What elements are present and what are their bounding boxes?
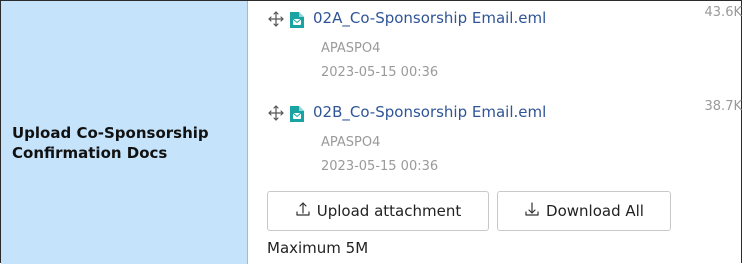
upload-icon (295, 201, 311, 221)
field-label-line-2: Confirmation Docs (12, 144, 168, 162)
attachment-timestamp: 2023-05-15 00:36 (321, 65, 439, 80)
attachment-size: 38.7K (704, 99, 742, 114)
email-file-icon (289, 105, 305, 123)
attachment-link[interactable]: 02B_Co-Sponsorship Email.eml (313, 103, 546, 121)
download-label: Download All (546, 202, 644, 220)
attachment-timestamp: 2023-05-15 00:36 (321, 159, 439, 174)
field-label-cell: Upload Co-Sponsorship Confirmation Docs (1, 1, 248, 264)
upload-attachment-button[interactable]: Upload attachment (267, 191, 489, 231)
field-label-line-1: Upload Co-Sponsorship (12, 124, 209, 142)
attachment-item: 02A_Co-Sponsorship Email.eml 43.6K APASP… (249, 1, 742, 87)
attachment-size: 43.6K (704, 5, 742, 20)
download-all-button[interactable]: Download All (497, 191, 671, 231)
field-label: Upload Co-Sponsorship Confirmation Docs (12, 123, 242, 163)
file-size-limit: Maximum 5M (267, 239, 369, 257)
download-icon (524, 201, 540, 221)
email-file-icon (289, 11, 305, 29)
attachment-field-row: Upload Co-Sponsorship Confirmation Docs (0, 0, 742, 264)
upload-label: Upload attachment (316, 202, 462, 220)
attachment-uploader: APASPO4 (321, 41, 381, 56)
attachments-cell: 02A_Co-Sponsorship Email.eml 43.6K APASP… (249, 1, 742, 264)
attachment-link[interactable]: 02A_Co-Sponsorship Email.eml (313, 9, 546, 27)
move-icon[interactable] (267, 10, 285, 28)
attachment-item: 02B_Co-Sponsorship Email.eml 38.7K APASP… (249, 95, 742, 181)
move-icon[interactable] (267, 104, 285, 122)
attachment-uploader: APASPO4 (321, 135, 381, 150)
